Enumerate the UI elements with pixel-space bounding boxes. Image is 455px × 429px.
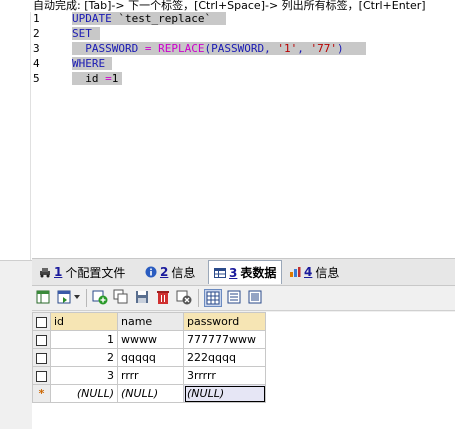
- tab-number: 4: [304, 265, 313, 279]
- column-header-name[interactable]: name: [117, 312, 184, 331]
- cell-name[interactable]: (NULL): [117, 384, 184, 403]
- result-grid: id name password 1 wwww 777777www 2 qqqq…: [32, 312, 455, 429]
- tab-info-2[interactable]: 2 信息: [140, 261, 200, 283]
- comma: ,: [297, 42, 311, 55]
- line-number: 5: [33, 72, 40, 85]
- tab-label: 信息: [171, 265, 196, 280]
- form-view-icon[interactable]: [226, 289, 242, 305]
- table-row[interactable]: 2 qqqqq 222qqqq: [32, 348, 266, 367]
- result-tabs: 1 个配置文件 2 信息 3 表数据 4 信息: [32, 258, 455, 286]
- duplicate-row-icon[interactable]: [113, 289, 129, 305]
- row-checkbox[interactable]: [32, 366, 51, 385]
- tab-number: 3: [229, 265, 238, 280]
- code-line-3: PASSWORD = REPLACE(PASSWORD, '1', '77'): [72, 42, 366, 55]
- info-icon: [145, 266, 157, 278]
- cell-password[interactable]: 222qqqq: [183, 348, 266, 367]
- cell-password[interactable]: 777777www: [183, 330, 266, 349]
- line-number: 1: [33, 12, 40, 25]
- cell-id[interactable]: 1: [50, 330, 118, 349]
- toolbar-separator: [198, 289, 199, 307]
- tab-number: 2: [160, 265, 169, 279]
- keyword: SET: [72, 27, 92, 40]
- string-literal: '77': [310, 42, 337, 55]
- select-all-checkbox[interactable]: [32, 312, 51, 331]
- string-literal: '1': [277, 42, 298, 55]
- tab-label: 个配置文件: [65, 265, 126, 280]
- column-header-password[interactable]: password: [183, 312, 266, 331]
- new-row-marker: *: [32, 384, 51, 403]
- tab-label: 信息: [315, 265, 340, 280]
- export-icon[interactable]: [35, 289, 51, 305]
- number-literal: 1: [111, 72, 119, 85]
- line-number: 2: [33, 27, 40, 40]
- keyword: WHERE: [72, 57, 106, 70]
- tab-number: 1: [54, 265, 63, 279]
- tab-info-4[interactable]: 4 信息: [284, 261, 344, 283]
- import-icon[interactable]: [56, 289, 72, 305]
- text-view-icon[interactable]: [247, 289, 263, 305]
- line-number: 4: [33, 57, 40, 70]
- cell-name[interactable]: qqqqq: [117, 348, 184, 367]
- chevron-down-icon[interactable]: [73, 289, 81, 305]
- car-icon: [40, 268, 50, 278]
- identifier: id: [85, 72, 99, 85]
- table-row[interactable]: 1 wwww 777777www: [32, 330, 266, 349]
- cell-name[interactable]: wwww: [117, 330, 184, 349]
- code-line-5: id =1: [72, 72, 122, 85]
- keyword: UPDATE: [72, 12, 112, 25]
- code-line-4: WHERE: [72, 57, 112, 70]
- autocomplete-hint: 自动完成: [Tab]-> 下一个标签，[Ctrl+Space]-> 列出所有标…: [0, 0, 455, 12]
- grid-toolbar: [32, 286, 455, 311]
- cell-name[interactable]: rrrr: [117, 366, 184, 385]
- new-row[interactable]: * (NULL) (NULL) (NULL): [32, 384, 266, 403]
- toolbar-separator: [86, 289, 87, 307]
- table-name: `test_replace`: [111, 12, 212, 25]
- cell-id[interactable]: (NULL): [50, 384, 118, 403]
- identifier: PASSWORD: [85, 42, 139, 55]
- chart-icon: [290, 267, 301, 277]
- save-icon[interactable]: [134, 289, 150, 305]
- column-header-id[interactable]: id: [50, 312, 118, 331]
- delete-icon[interactable]: [155, 289, 171, 305]
- row-checkbox[interactable]: [32, 348, 51, 367]
- sql-editor[interactable]: 1 2 3 4 5 UPDATE `test_replace` SET PASS…: [0, 12, 455, 261]
- row-checkbox[interactable]: [32, 330, 51, 349]
- data-table: id name password 1 wwww 777777www 2 qqqq…: [32, 312, 266, 403]
- code-line-2: SET: [72, 27, 100, 40]
- cell-password[interactable]: 3rrrrr: [183, 366, 266, 385]
- cell-id[interactable]: 2: [50, 348, 118, 367]
- table-icon: [214, 267, 226, 278]
- code-line-1: UPDATE `test_replace`: [72, 12, 226, 25]
- tab-table-data[interactable]: 3 表数据: [208, 260, 283, 284]
- cancel-changes-icon[interactable]: [176, 289, 192, 305]
- line-number: 3: [33, 42, 40, 55]
- cell-password[interactable]: (NULL): [183, 384, 266, 403]
- operator: =: [138, 42, 159, 55]
- add-row-icon[interactable]: [92, 289, 108, 305]
- function-name: REPLACE: [158, 42, 205, 55]
- table-row[interactable]: 3 rrrr 3rrrrr: [32, 366, 266, 385]
- function-args: (PASSWORD,: [204, 42, 278, 55]
- paren-close: ): [336, 42, 344, 55]
- cell-id[interactable]: 3: [50, 366, 118, 385]
- operator: =: [98, 72, 112, 85]
- tab-label: 表数据: [240, 266, 277, 280]
- editor-gutter: [0, 12, 31, 260]
- header-row: id name password: [32, 312, 266, 331]
- tab-profiles[interactable]: 1 个配置文件: [34, 261, 130, 283]
- grid-view-icon[interactable]: [204, 289, 222, 307]
